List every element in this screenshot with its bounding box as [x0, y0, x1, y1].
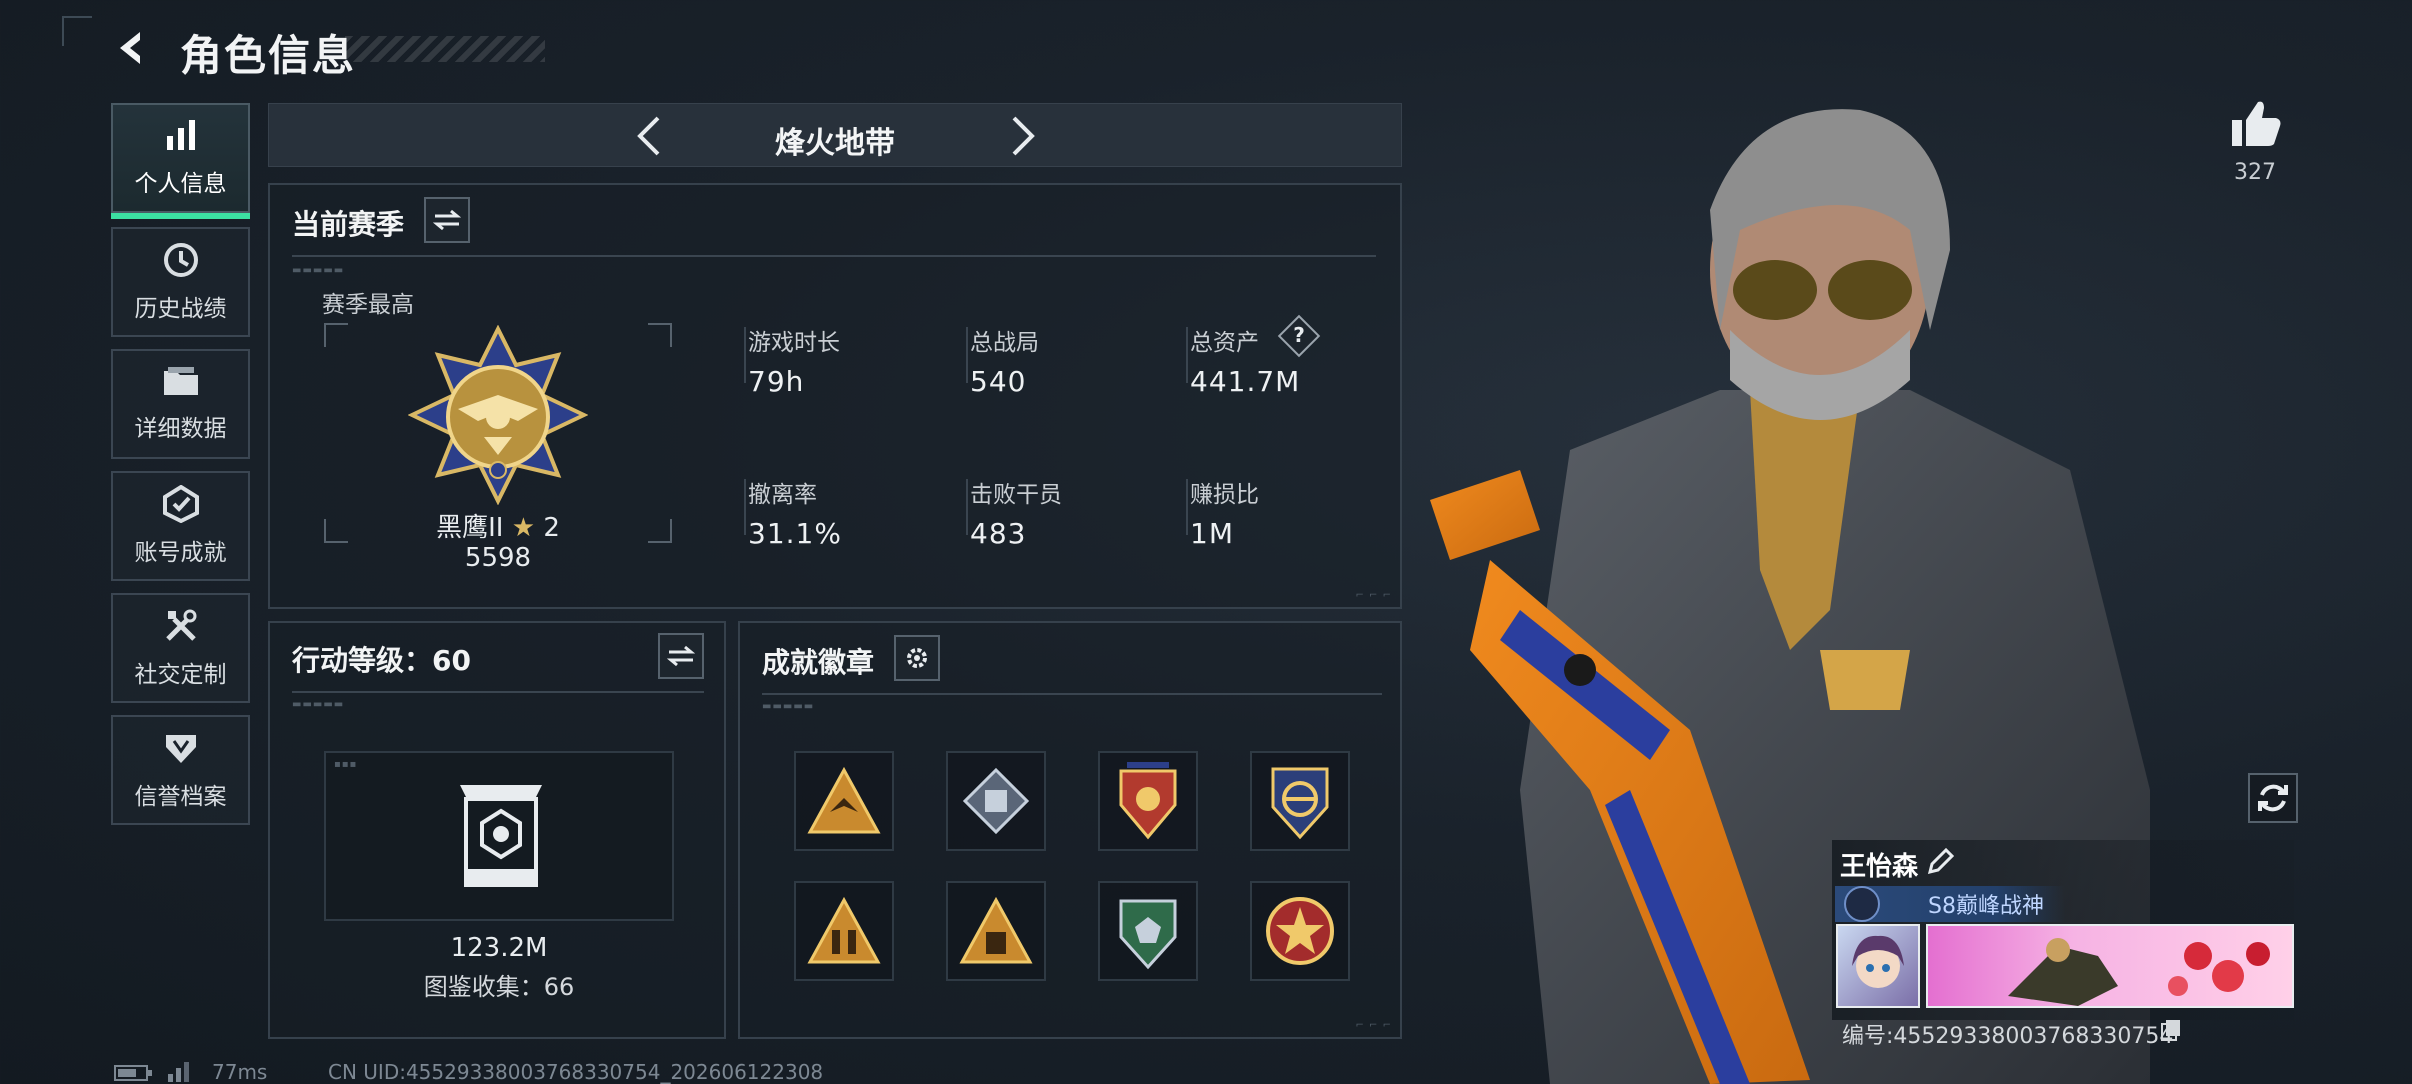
edit-name-button[interactable] — [1926, 847, 1955, 876]
banner-image — [2008, 938, 2270, 1006]
shield-emblem-icon — [1119, 762, 1177, 840]
next-mode-button[interactable] — [1001, 114, 1045, 158]
rank-emblem-icon — [408, 325, 588, 505]
uid-text: CN UID:45529338003768330754_202606122308 — [328, 1060, 824, 1084]
battery-icon — [114, 1064, 154, 1082]
star-icon: ★ — [511, 513, 536, 543]
ping-text: 77ms — [212, 1060, 268, 1084]
achievement-badge[interactable] — [1250, 881, 1350, 981]
collection-count: 图鉴收集：66 — [423, 973, 575, 1001]
action-level-panel: 行动等级：60 ▬▬▬▬▬ ▪▪▪ 123.2M 图鉴收集：66 — [268, 621, 726, 1039]
achievement-badge[interactable] — [1098, 881, 1198, 981]
achievement-badge[interactable] — [794, 751, 894, 851]
sidebar-item-label: 账号成就 — [134, 540, 227, 566]
season-title: 当前赛季 — [292, 208, 405, 241]
achievement-badge[interactable] — [794, 881, 894, 981]
action-level-title: 行动等级：60 — [292, 644, 471, 677]
rank-name: 黑鹰II — [436, 513, 504, 543]
back-button[interactable] — [108, 24, 156, 72]
like-count: 327 — [2234, 160, 2276, 185]
decoration-text: ⌐ ⌐ ⌐ — [1355, 590, 1392, 601]
soldiers-triangle-emblem-icon — [807, 896, 881, 964]
achievement-badge[interactable] — [946, 751, 1046, 851]
achievement-icon — [162, 485, 199, 523]
folder-icon — [163, 367, 198, 395]
season-best-label: 赛季最高 — [322, 292, 414, 318]
mode-title: 烽火地带 — [775, 126, 895, 161]
green-shield-emblem-icon — [1119, 899, 1177, 970]
sidebar-item-label: 个人信息 — [134, 171, 227, 197]
action-level-divider — [292, 691, 704, 693]
collection-card[interactable]: ▪▪▪ — [324, 751, 674, 921]
title-decoration — [345, 36, 545, 62]
copy-id-button[interactable] — [2160, 1018, 2182, 1042]
switch-season-button[interactable] — [424, 197, 470, 243]
box-triangle-emblem-icon — [959, 896, 1033, 964]
swap-icon — [433, 209, 461, 231]
avatar-image — [1852, 935, 1904, 988]
sidebar-item-label: 信誉档案 — [134, 784, 227, 810]
sidebar-item-achievements[interactable]: 账号成就 — [111, 471, 250, 581]
rank-stars: 2 — [543, 513, 560, 543]
sidebar-item-personal-info[interactable]: 个人信息 — [111, 103, 250, 219]
player-id: 编号:4552933800376833​0754 — [1842, 1024, 2174, 1049]
thumbs-up-icon — [2232, 101, 2281, 146]
sidebar-item-history[interactable]: 历史战绩 — [111, 227, 250, 337]
switch-level-button[interactable] — [658, 633, 704, 679]
mode-selector: 烽火地带 — [268, 103, 1402, 167]
achievement-badge[interactable] — [946, 881, 1046, 981]
player-name: 王怡森 — [1840, 852, 1919, 882]
diamond-emblem-icon — [962, 767, 1030, 835]
avatar[interactable] — [1836, 924, 1920, 1008]
sidebar-item-label: 详细数据 — [134, 416, 227, 442]
like-button[interactable] — [2228, 96, 2284, 152]
achievements-panel: 成就徽章 ▬▬▬▬▬ ⌐ ⌐ ⌐ — [738, 621, 1402, 1039]
page-title: 角色信息 — [180, 31, 357, 80]
star-medal-emblem-icon — [1266, 897, 1334, 965]
tools-icon — [165, 609, 196, 641]
sidebar-item-reputation[interactable]: 信誉档案 — [111, 715, 250, 825]
rank-row: 黑鹰II ★ 2 — [270, 507, 726, 544]
achievements-divider — [762, 693, 1382, 695]
corner-decoration — [62, 16, 92, 46]
reputation-icon — [165, 735, 196, 763]
sidebar-item-label: 社交定制 — [134, 662, 227, 688]
achievement-badge[interactable] — [1098, 751, 1198, 851]
decoration-text: ▬▬▬▬▬ — [762, 701, 815, 712]
collection-box-icon — [460, 785, 542, 887]
sidebar-item-label: 历史战绩 — [134, 296, 227, 322]
help-icon: ? — [1293, 323, 1305, 347]
achievement-settings-button[interactable] — [894, 635, 940, 681]
player-title: S8巅峰战神 — [1928, 894, 2044, 919]
decoration-text: ▬▬▬▬▬ — [292, 699, 345, 710]
signal-icon — [166, 1058, 196, 1082]
title-badge-icon — [1844, 886, 1880, 922]
action-level-value: 123.2M — [450, 933, 548, 963]
copy-icon — [2161, 1020, 2180, 1041]
gear-icon — [907, 648, 927, 668]
refresh-button[interactable] — [2248, 773, 2298, 823]
season-panel: 当前赛季 ▬▬▬▬▬ 赛季最高 黑鹰II ★ 2 5598 游戏时长 79h 总… — [268, 183, 1402, 609]
sidebar-item-details[interactable]: 详细数据 — [111, 349, 250, 459]
season-divider — [292, 255, 1376, 257]
triangle-emblem-icon — [807, 766, 881, 834]
sidebar-item-social[interactable]: 社交定制 — [111, 593, 250, 703]
refresh-icon — [2258, 784, 2288, 812]
name-card-banner[interactable] — [1926, 924, 2294, 1008]
decoration-text: ▪▪▪ — [334, 759, 358, 770]
rank-score: 5598 — [464, 543, 532, 573]
history-icon — [163, 243, 198, 277]
navy-shield-emblem-icon — [1271, 767, 1329, 840]
achievements-title: 成就徽章 — [762, 646, 875, 679]
decoration-text: ⌐ ⌐ ⌐ — [1355, 1020, 1392, 1031]
back-arrow-icon — [120, 32, 140, 64]
chevron-right-icon — [1012, 116, 1035, 156]
pencil-icon — [1927, 847, 1955, 875]
swap-icon — [667, 645, 695, 667]
decoration-text: ▬▬▬▬▬ — [292, 265, 345, 276]
achievement-badge[interactable] — [1250, 751, 1350, 851]
bar-chart-icon — [166, 120, 195, 150]
